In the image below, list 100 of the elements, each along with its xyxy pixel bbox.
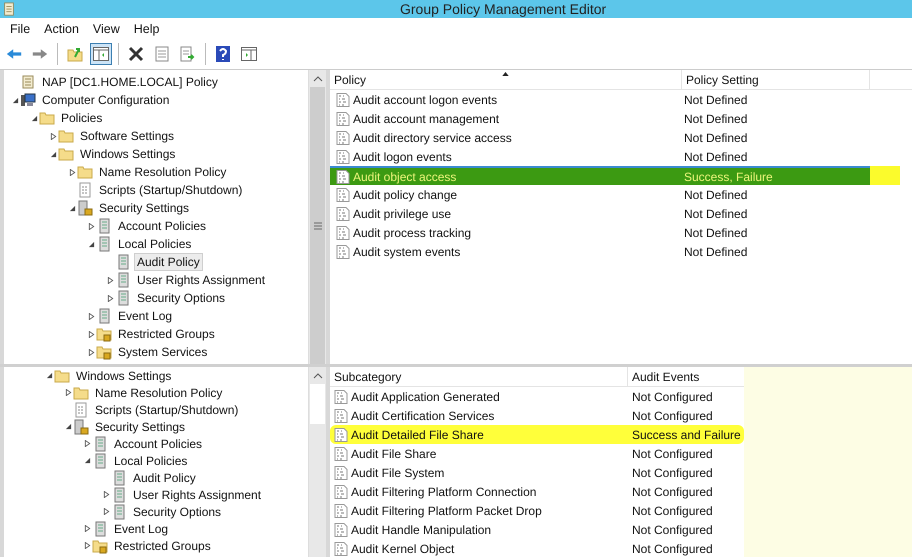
collapsed-arrow-icon[interactable] — [106, 276, 114, 284]
menu-item[interactable]: Action — [38, 22, 87, 36]
tree-item[interactable]: System Services — [115, 343, 210, 361]
tree-item[interactable]: Policies — [58, 109, 106, 127]
tree-item[interactable]: Windows Settings — [77, 145, 178, 163]
tree-item[interactable]: Local Policies — [115, 235, 194, 253]
binary-document-icon — [334, 428, 348, 442]
table-cell: Not Defined — [684, 206, 748, 220]
tree-item[interactable]: User Rights Assignment — [130, 486, 264, 504]
tree-item[interactable]: Account Policies — [111, 434, 206, 452]
expanded-arrow-icon[interactable] — [68, 204, 76, 212]
collapsed-arrow-icon[interactable] — [64, 389, 72, 396]
tree-item[interactable]: Name Resolution Policy — [92, 384, 226, 402]
list-row[interactable]: Audit account management Not Defined — [330, 109, 870, 128]
scroll-up-icon[interactable] — [312, 373, 322, 379]
list-row[interactable]: Audit logon events Not Defined — [330, 147, 870, 166]
tree-item[interactable]: Windows Settings — [73, 367, 174, 384]
list-row[interactable]: Audit File System Not Configured — [330, 463, 744, 482]
table-cell-text: Audit Filtering Platform Connection — [351, 484, 538, 498]
binary-document-icon — [336, 206, 350, 220]
tree-item[interactable]: Computer Configuration — [39, 91, 172, 109]
list-row[interactable]: Audit Kernel Object Not Configured — [330, 539, 744, 557]
table-cell: Not Defined — [684, 150, 748, 164]
tree-item[interactable]: Audit Policy — [134, 253, 203, 271]
collapsed-arrow-icon[interactable] — [68, 168, 76, 176]
tree-item[interactable]: Security Settings — [92, 418, 188, 436]
binary-document-icon — [336, 226, 350, 240]
collapsed-arrow-icon[interactable] — [88, 222, 94, 230]
table-cell-text: Audit Handle Manipulation — [351, 522, 492, 536]
locked-folder-icon — [96, 344, 112, 360]
collapsed-arrow-icon[interactable] — [84, 542, 90, 549]
tree-item[interactable]: Software Settings — [77, 127, 178, 145]
tree-item[interactable]: Name Resolution Policy — [96, 163, 230, 181]
collapsed-arrow-icon[interactable] — [102, 491, 110, 498]
expanded-arrow-icon[interactable] — [64, 423, 72, 430]
collapsed-arrow-icon[interactable] — [88, 330, 94, 338]
binary-document-icon — [336, 130, 350, 144]
collapsed-arrow-icon[interactable] — [88, 312, 94, 320]
collapsed-arrow-icon[interactable] — [50, 132, 56, 140]
tree-item[interactable]: Event Log — [115, 307, 176, 325]
tree-item[interactable]: Local Policies — [111, 452, 190, 470]
tree-item[interactable]: Security Options — [130, 502, 224, 520]
expanded-arrow-icon[interactable] — [88, 240, 94, 248]
list-row[interactable]: Audit Detailed File Share Success and Failure — [330, 425, 744, 444]
expanded-arrow-icon[interactable] — [12, 96, 18, 104]
scroll-up-icon[interactable] — [312, 76, 322, 82]
column-header[interactable]: Policy Setting — [682, 70, 870, 89]
binary-document-icon — [336, 188, 350, 202]
list-row[interactable]: Audit Application Generated Not Configured — [330, 387, 744, 406]
list-row[interactable]: Audit directory service access Not Defined — [330, 128, 870, 147]
list-row[interactable]: Audit Certification Services Not Configured — [330, 406, 744, 425]
list-row[interactable]: Audit Filtering Platform Connection Not Configured — [330, 482, 744, 501]
collapsed-arrow-icon[interactable] — [84, 440, 90, 447]
list-row[interactable]: Audit Filtering Platform Packet Drop Not Configured — [330, 501, 744, 520]
expanded-arrow-icon[interactable] — [30, 114, 38, 122]
list-row[interactable]: Audit policy change Not Defined — [330, 185, 870, 204]
scrollbar[interactable] — [308, 367, 326, 557]
collapsed-arrow-icon[interactable] — [88, 348, 94, 356]
table-cell-text: Audit File System — [351, 466, 446, 480]
server-lock-icon — [77, 200, 93, 216]
sort-up-icon — [502, 72, 509, 76]
expanded-arrow-icon[interactable] — [46, 372, 52, 379]
tree-item[interactable]: Audit Policy — [130, 468, 199, 486]
server-lock-icon — [73, 418, 89, 434]
folder-icon — [58, 146, 74, 162]
tree-item[interactable]: Security Options — [134, 289, 228, 307]
collapsed-arrow-icon[interactable] — [84, 525, 90, 532]
tree-item[interactable]: NAP [DC1.HOME.LOCAL] Policy — [39, 73, 221, 91]
column-header[interactable]: Policy — [330, 70, 682, 89]
list-row[interactable]: Audit File Share Not Configured — [330, 444, 744, 463]
tree-item[interactable]: Scripts (Startup/Shutdown) — [92, 400, 242, 418]
menu-item[interactable]: File — [4, 22, 38, 36]
tree-item[interactable]: Account Policies — [115, 217, 210, 235]
tree-item[interactable]: Restricted Groups — [115, 325, 218, 343]
table-cell-text: Audit privilege use — [353, 206, 452, 220]
menu-item[interactable]: View — [86, 22, 128, 36]
show-tree-button[interactable] — [90, 43, 112, 65]
scrollbar-thumb[interactable] — [310, 384, 325, 424]
tree-item[interactable]: Security Settings — [96, 199, 192, 217]
menu-item[interactable]: Help — [128, 22, 168, 36]
column-header[interactable]: Audit Events — [628, 367, 744, 386]
list-row[interactable]: Audit account logon events Not Defined — [330, 90, 870, 109]
folder-icon — [77, 164, 93, 180]
column-header[interactable]: Subcategory — [330, 367, 628, 386]
tree-item[interactable]: User Rights Assignment — [134, 271, 268, 289]
scrollbar[interactable] — [308, 70, 326, 364]
list-row[interactable]: Audit Handle Manipulation Not Configured — [330, 520, 744, 539]
scrollbar-thumb[interactable] — [310, 87, 325, 364]
tree-item[interactable]: Event Log — [111, 520, 172, 538]
collapsed-arrow-icon[interactable] — [106, 294, 114, 302]
tree-item[interactable]: Restricted Groups — [111, 536, 214, 554]
list-row[interactable]: Audit process tracking Not Defined — [330, 223, 870, 242]
tree-item[interactable]: Scripts (Startup/Shutdown) — [96, 181, 246, 199]
list-row[interactable]: Audit system events Not Defined — [330, 242, 870, 261]
binary-document-icon — [336, 244, 350, 258]
list-row[interactable]: Audit privilege use Not Defined — [330, 204, 870, 223]
expanded-arrow-icon[interactable] — [50, 150, 56, 158]
binary-document-icon — [334, 446, 348, 460]
collapsed-arrow-icon[interactable] — [102, 508, 110, 515]
expanded-arrow-icon[interactable] — [84, 457, 90, 464]
